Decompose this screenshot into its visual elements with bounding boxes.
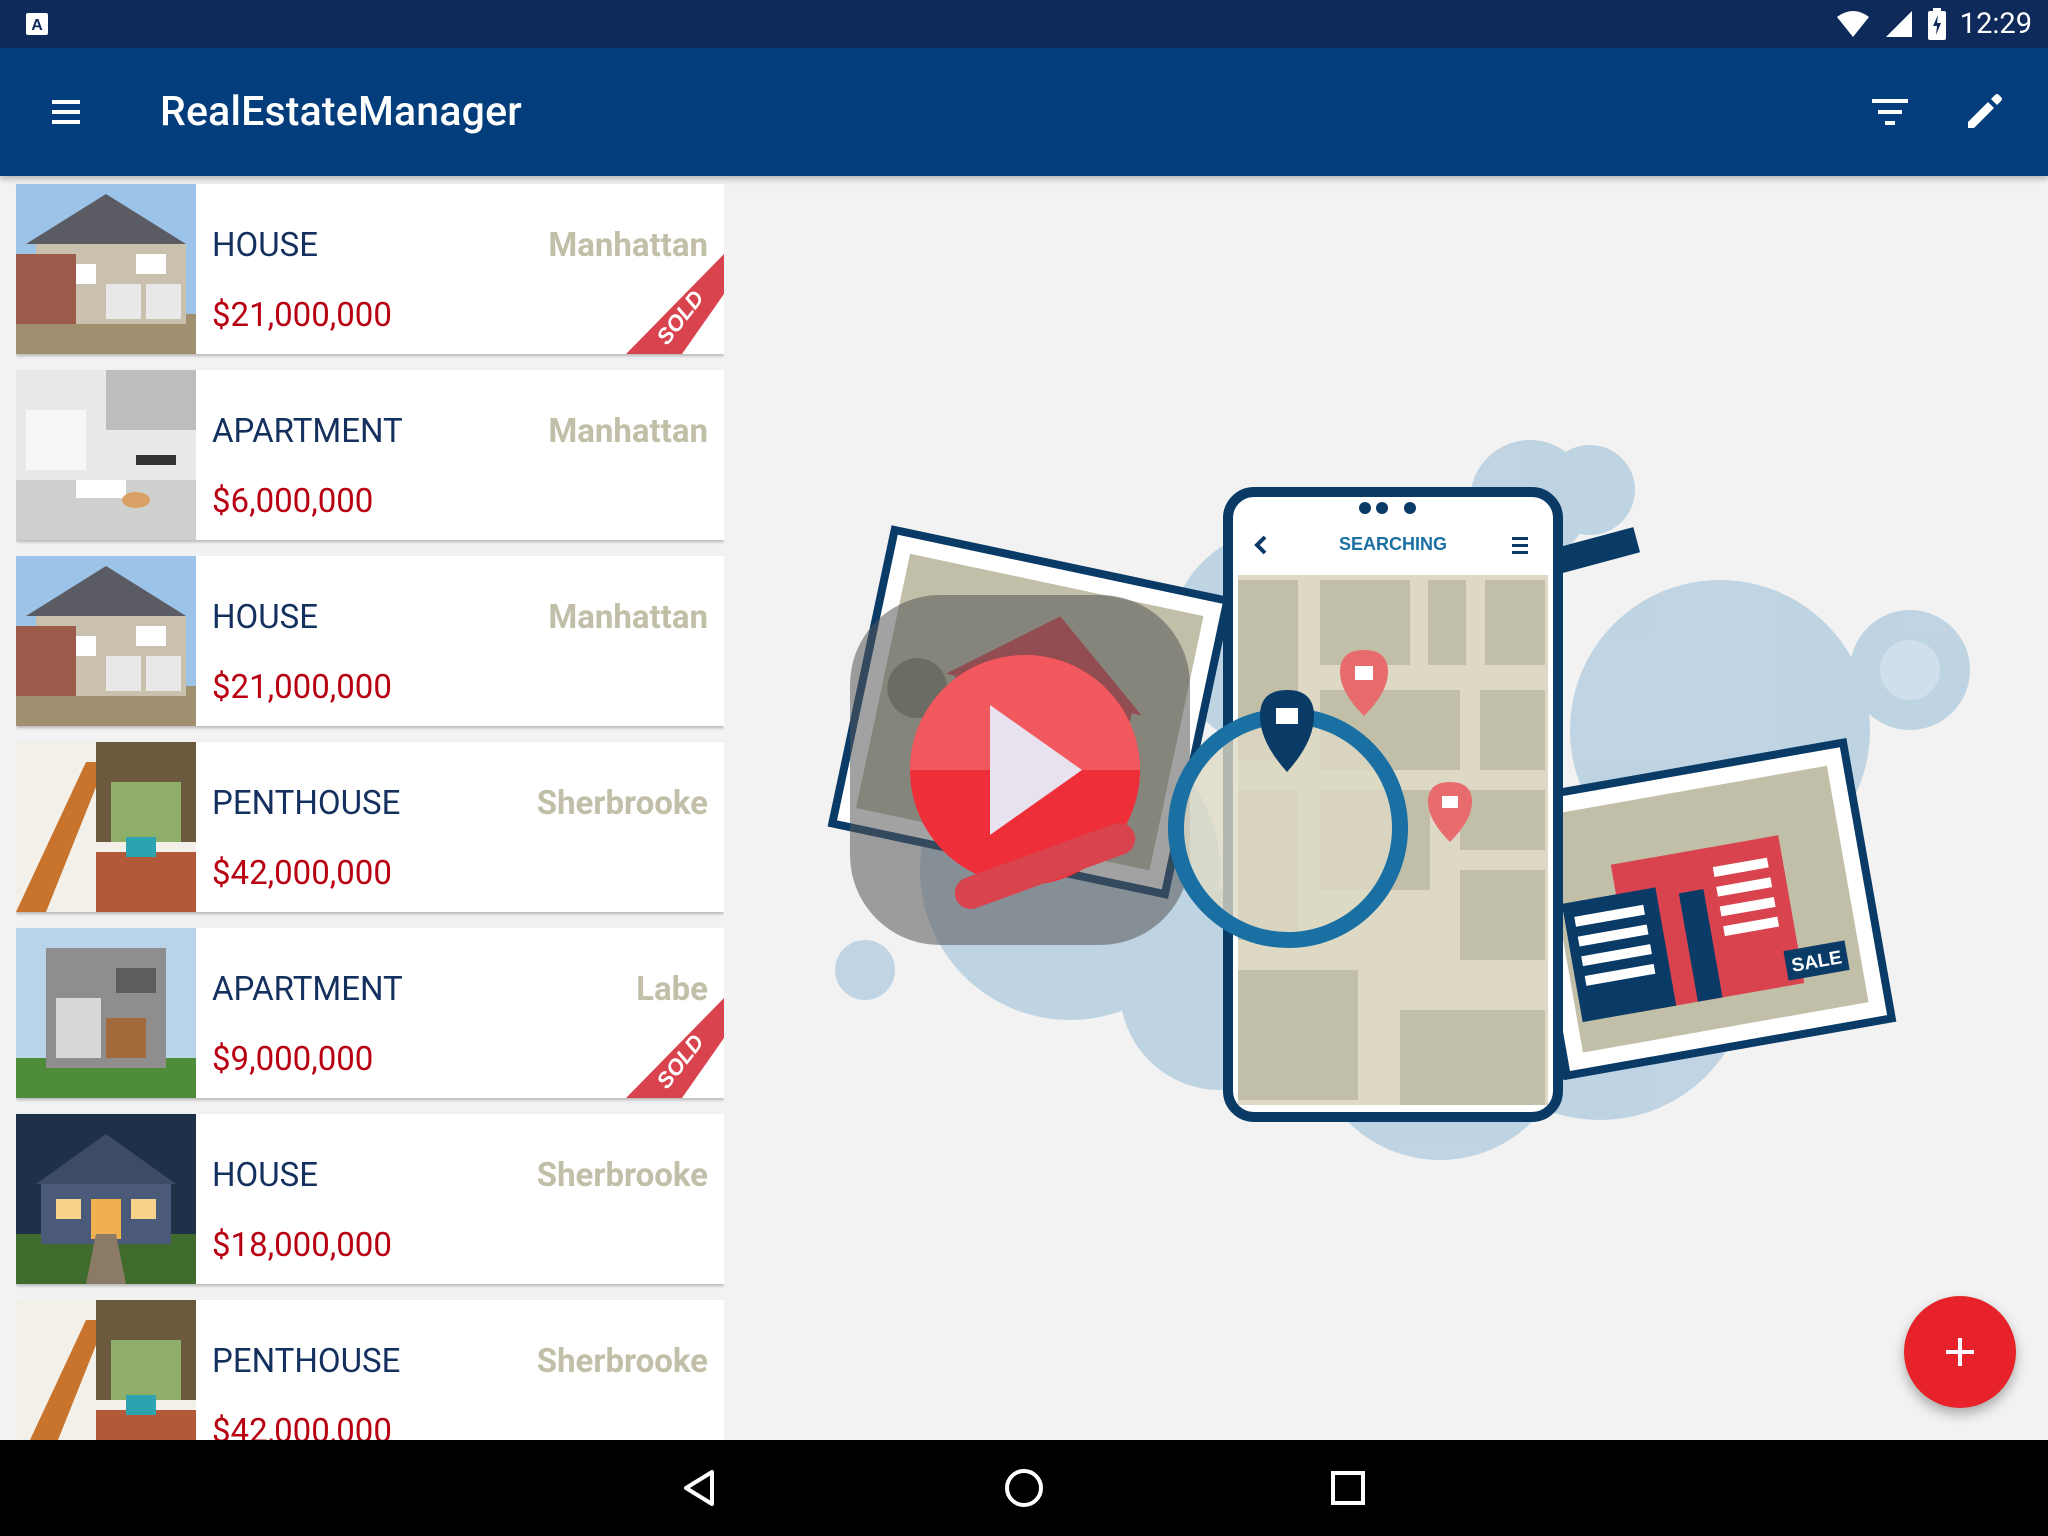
navigation-bar (0, 1440, 2048, 1536)
home-circle-icon[interactable] (1000, 1464, 1048, 1512)
plus-icon (1946, 1338, 1974, 1366)
add-property-button[interactable] (1904, 1296, 2016, 1408)
list-item[interactable]: APARTMENT Manhattan $6,000,000 (16, 370, 724, 540)
property-photo (16, 370, 196, 540)
property-photo (16, 556, 196, 726)
property-price: $6,000,000 (212, 482, 374, 521)
property-city: Manhattan (548, 598, 708, 637)
property-photo (16, 1300, 196, 1440)
edit-pencil-icon[interactable] (1958, 86, 2010, 138)
phone-screen-title: SEARCHING (1339, 534, 1447, 554)
list-item[interactable]: PENTHOUSE Sherbrooke $42,000,000 (16, 1300, 724, 1440)
property-photo (16, 742, 196, 912)
signal-icon (1885, 11, 1912, 37)
property-type: PENTHOUSE (212, 784, 401, 823)
property-price: $21,000,000 (212, 668, 392, 707)
search-illustration: SALE SEARCHING (827, 440, 1970, 1160)
property-price: $42,000,000 (212, 854, 392, 893)
video-play-icon (850, 595, 1190, 945)
battery-charging-icon (1927, 8, 1946, 40)
property-type: APARTMENT (212, 970, 403, 1009)
list-item[interactable]: PENTHOUSE Sherbrooke $42,000,000 (16, 742, 724, 912)
sold-ribbon: SOLD (626, 254, 724, 354)
list-item[interactable]: HOUSE Sherbrooke $18,000,000 (16, 1114, 724, 1284)
back-triangle-icon[interactable] (676, 1464, 724, 1512)
property-price: $18,000,000 (212, 1226, 392, 1265)
property-type: HOUSE (212, 226, 318, 265)
property-type: HOUSE (212, 598, 318, 637)
accessibility-a-icon: A (26, 13, 48, 35)
filter-icon[interactable] (1864, 86, 1916, 138)
property-photo (16, 928, 196, 1098)
hamburger-menu-icon[interactable] (40, 86, 92, 138)
list-item[interactable]: HOUSE Manhattan $21,000,000 SOLD (16, 184, 724, 354)
wifi-icon (1836, 11, 1869, 37)
right-photo-frame: SALE (1513, 737, 1897, 1081)
property-city: Manhattan (548, 412, 708, 451)
property-type: PENTHOUSE (212, 1342, 401, 1381)
property-city: Sherbrooke (536, 784, 708, 823)
property-photo (16, 1114, 196, 1284)
property-price: $42,000,000 (212, 1412, 392, 1440)
svg-text:A: A (31, 17, 43, 34)
clock-time: 12:29 (1959, 7, 2032, 41)
sold-ribbon: SOLD (626, 998, 724, 1098)
property-photo (16, 184, 196, 354)
list-item[interactable]: HOUSE Manhattan $21,000,000 (16, 556, 724, 726)
property-price: $9,000,000 (212, 1040, 374, 1079)
property-type: HOUSE (212, 1156, 318, 1195)
property-type: APARTMENT (212, 412, 403, 451)
app-title: RealEstateManager (160, 88, 522, 136)
recents-square-icon[interactable] (1324, 1464, 1372, 1512)
status-bar: A 12:29 (0, 0, 2048, 48)
property-list[interactable]: HOUSE Manhattan $21,000,000 SOLD APARTME… (16, 176, 724, 1440)
property-city: Sherbrooke (536, 1342, 708, 1381)
property-city: Sherbrooke (536, 1156, 708, 1195)
property-price: $21,000,000 (212, 296, 392, 335)
list-item[interactable]: APARTMENT Labe $9,000,000 SOLD (16, 928, 724, 1098)
app-bar: RealEstateManager (0, 48, 2048, 176)
